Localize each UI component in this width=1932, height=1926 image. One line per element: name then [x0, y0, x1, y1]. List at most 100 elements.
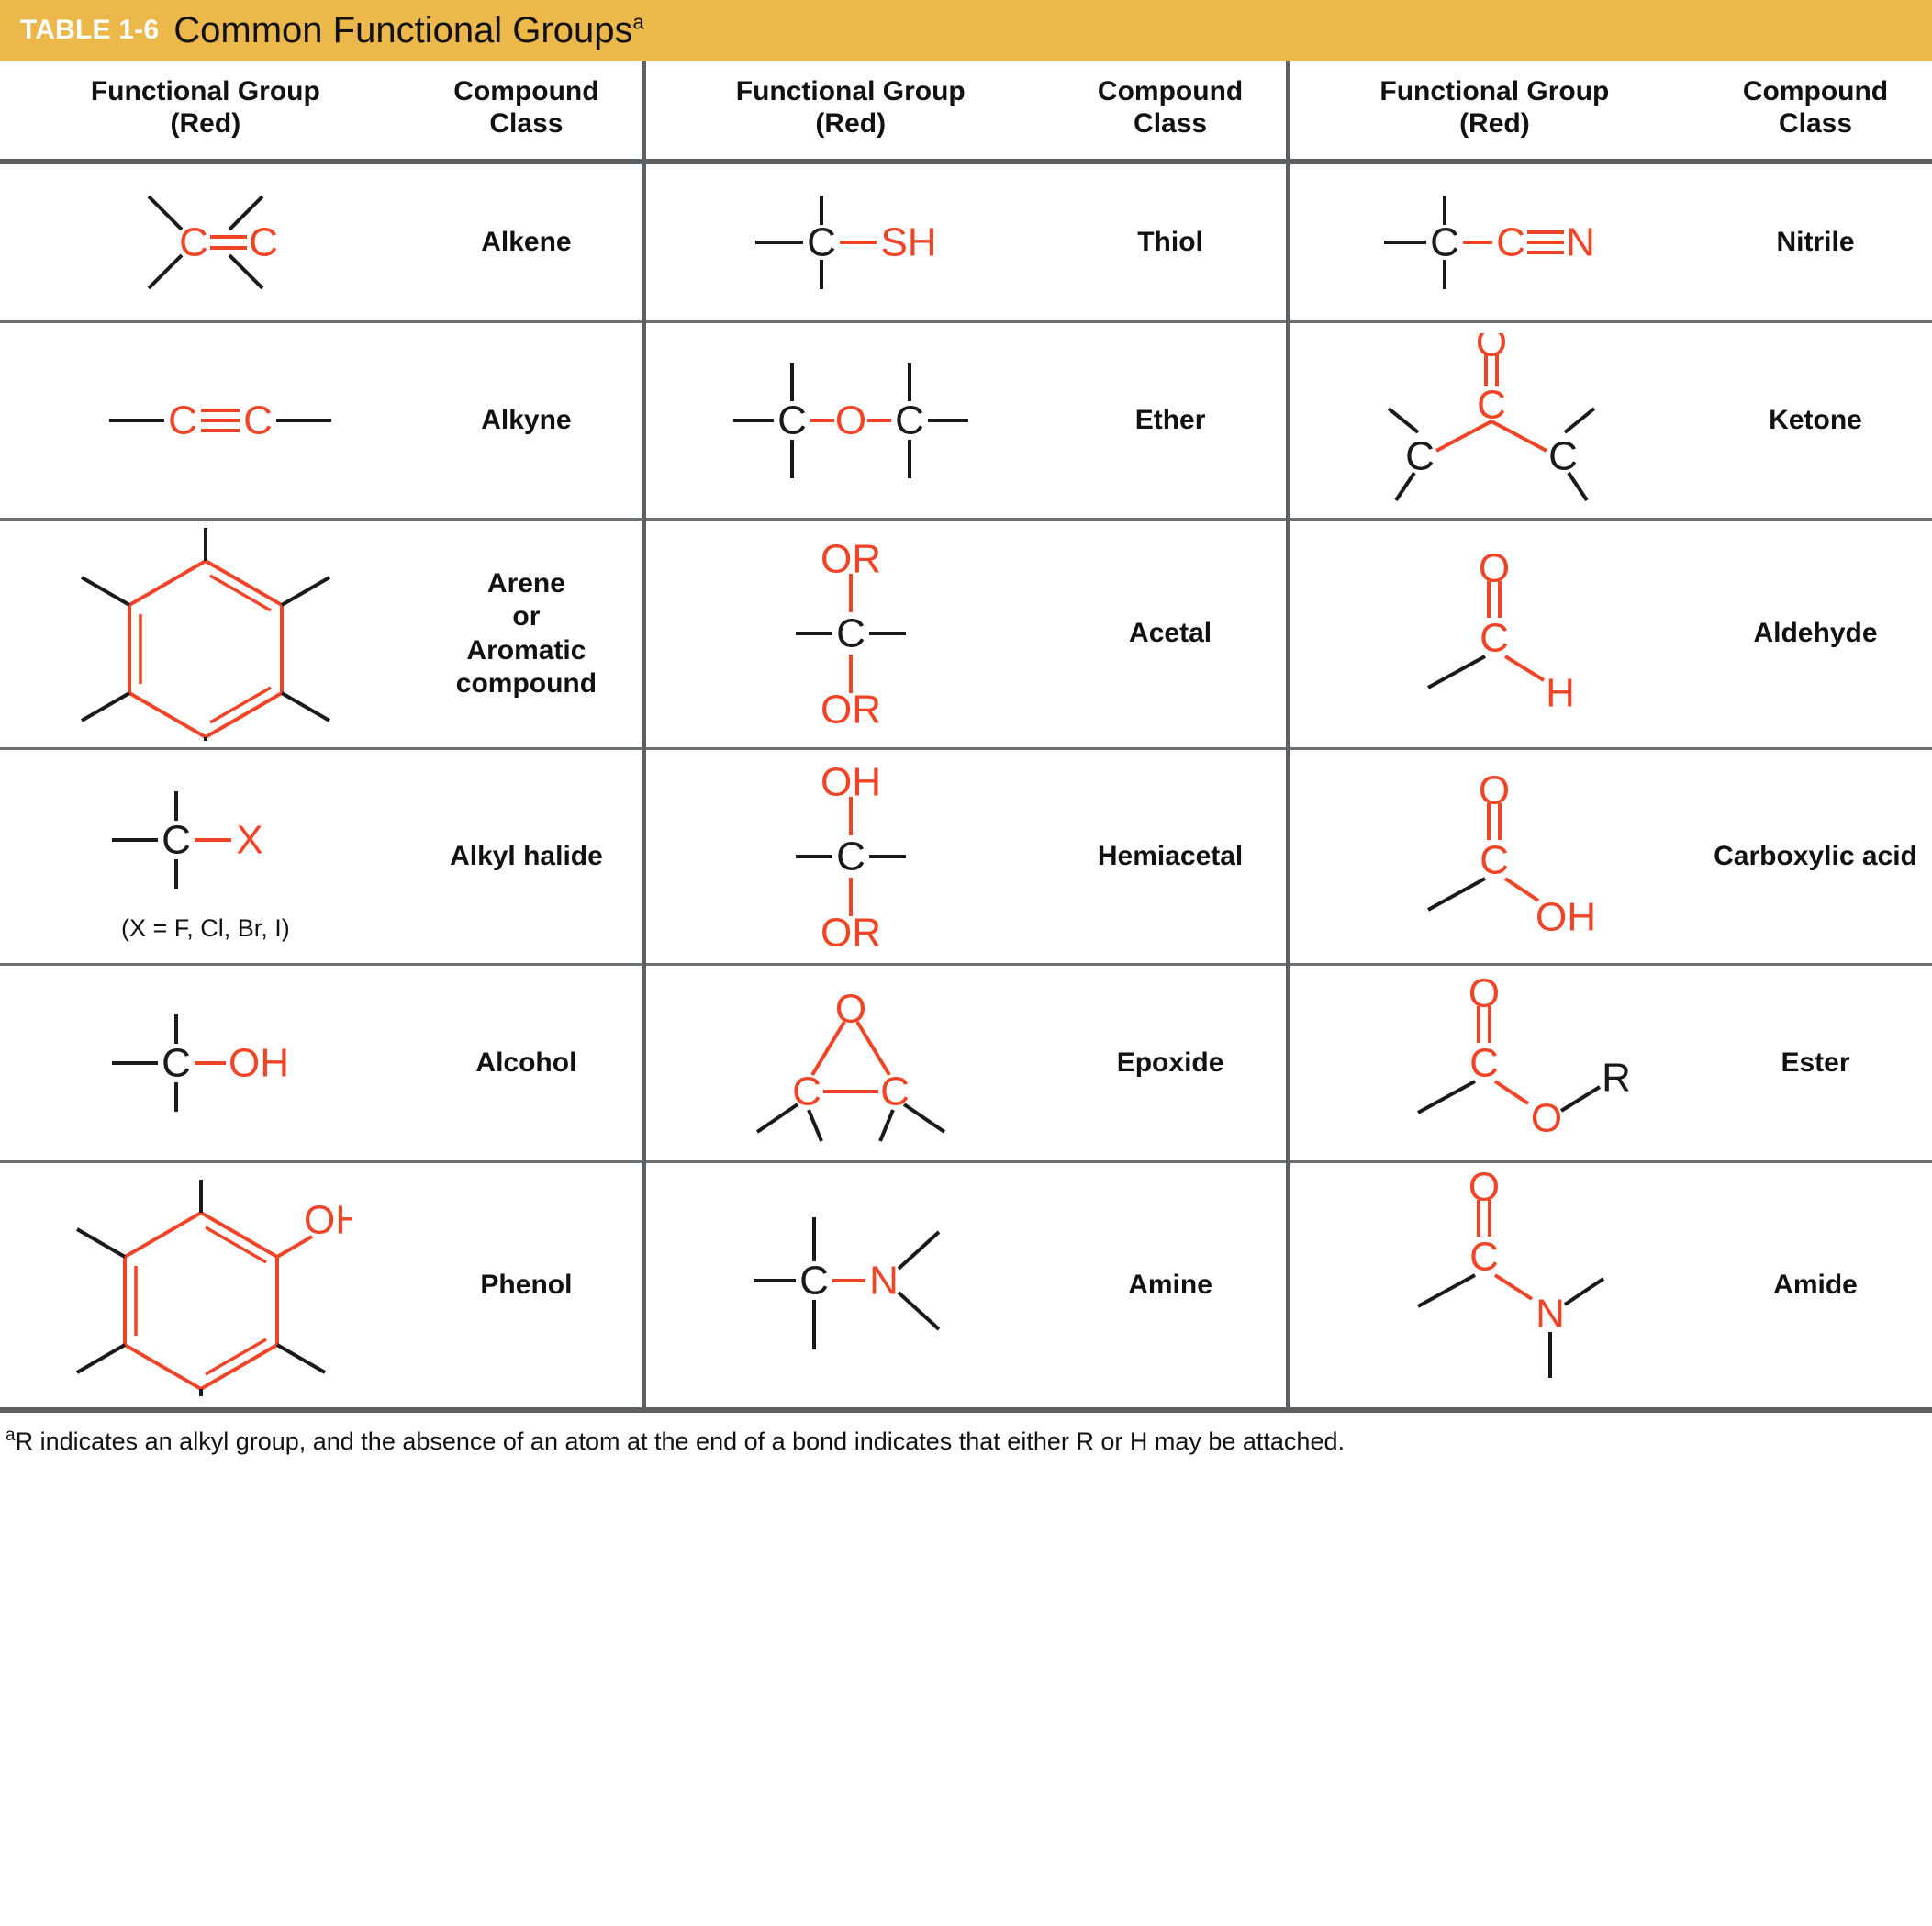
svg-text:C: C: [1480, 838, 1510, 883]
table-row: C OH Alcohol O C C Epoxide O C O R Ester: [0, 964, 1932, 1164]
aldehyde-structure-svg: O C H: [1427, 545, 1576, 715]
table-row: C C Alkyne C O C Ether O C C C Ketone: [0, 321, 1932, 521]
table-title-bar: TABLE 1-6 Common Functional Groupsa: [0, 0, 1932, 61]
svg-text:OH: OH: [304, 1198, 352, 1243]
class-carboxylic-acid: Carboxylic acid: [1699, 748, 1932, 967]
svg-text:O: O: [1469, 1170, 1500, 1210]
svg-text:C: C: [1470, 1235, 1500, 1280]
svg-text:C: C: [895, 398, 924, 443]
svg-text:C: C: [243, 398, 273, 443]
structure-arene: [0, 519, 411, 751]
functional-groups-table: Functional Group (Red) Compound Class Fu…: [0, 61, 1932, 1413]
alcohol-structure-svg: C OH: [111, 1014, 289, 1113]
hemiacetal-structure-svg: OH C OR: [795, 759, 906, 955]
thiol-structure-svg: C SH: [754, 196, 936, 290]
svg-text:H: H: [1547, 670, 1576, 715]
table-page: TABLE 1-6 Common Functional Groupsa Func…: [0, 0, 1932, 1926]
svg-text:C: C: [880, 1069, 910, 1114]
arene-structure-svg: [80, 528, 330, 742]
structure-carboxylic-acid: O C OH: [1285, 748, 1699, 967]
class-amide: Amide: [1699, 1161, 1932, 1413]
header-compound-class-2: Compound Class: [1055, 61, 1289, 164]
class-phenol: Phenol: [410, 1161, 644, 1413]
class-hemiacetal: Hemiacetal: [1055, 748, 1289, 967]
svg-text:O: O: [1476, 333, 1507, 365]
structure-ketone: O C C C: [1285, 321, 1699, 521]
structure-alkene: C C: [0, 161, 411, 324]
class-acetal: Acetal: [1055, 519, 1289, 751]
structure-amine: C N: [642, 1161, 1055, 1413]
svg-text:OH: OH: [1536, 895, 1596, 940]
svg-text:OR: OR: [821, 537, 881, 582]
svg-text:OH: OH: [229, 1041, 289, 1086]
structure-phenol: OH: [0, 1161, 411, 1413]
alkyl-halide-note: (X = F, Cl, Br, I): [120, 913, 290, 942]
svg-text:OH: OH: [821, 759, 881, 804]
svg-text:OR: OR: [821, 910, 881, 955]
class-arene: Arene or Aromatic compound: [410, 519, 644, 751]
class-alkyl-halide: Alkyl halide: [410, 748, 644, 967]
amide-structure-svg: O C N: [1417, 1170, 1605, 1379]
epoxide-structure-svg: O C C: [755, 987, 945, 1143]
amine-structure-svg: C N: [753, 1217, 941, 1350]
acetal-structure-svg: OR C OR: [795, 537, 906, 733]
svg-text:C: C: [1497, 220, 1526, 265]
svg-text:C: C: [168, 398, 197, 443]
structure-alkyne: C C: [0, 321, 411, 521]
structure-aldehyde: O C H: [1285, 519, 1699, 751]
svg-text:C: C: [836, 834, 865, 879]
header-functional-group-3: Functional Group (Red): [1285, 61, 1699, 164]
table-body: C C Alkene C SH Thiol C C N Nitrile C C …: [0, 161, 1932, 1413]
svg-text:SH: SH: [880, 220, 936, 265]
svg-text:C: C: [162, 817, 191, 862]
class-thiol: Thiol: [1055, 161, 1289, 324]
svg-text:C: C: [836, 611, 865, 656]
table-row: C X (X = F, Cl, Br, I) Alkyl halide OH C…: [0, 748, 1932, 967]
svg-text:OR: OR: [821, 688, 881, 733]
svg-text:C: C: [792, 1069, 821, 1114]
svg-text:N: N: [1536, 1292, 1566, 1337]
table-header: Functional Group (Red) Compound Class Fu…: [0, 61, 1932, 164]
class-alcohol: Alcohol: [410, 964, 644, 1164]
alkyne-structure-svg: C C: [108, 398, 331, 443]
header-row: Functional Group (Red) Compound Class Fu…: [0, 61, 1932, 164]
structure-hemiacetal: OH C OR: [642, 748, 1055, 967]
svg-text:O: O: [1469, 971, 1500, 1016]
svg-text:C: C: [1549, 434, 1579, 479]
structure-epoxide: O C C: [642, 964, 1055, 1164]
phenol-structure-svg: OH: [75, 1180, 352, 1397]
svg-text:C: C: [799, 1259, 829, 1304]
svg-text:N: N: [869, 1259, 899, 1304]
class-alkene: Alkene: [410, 161, 644, 324]
svg-text:C: C: [249, 220, 278, 265]
header-functional-group-1: Functional Group (Red): [0, 61, 411, 164]
structure-alkyl-halide: C X (X = F, Cl, Br, I): [0, 748, 411, 967]
svg-text:C: C: [1470, 1041, 1500, 1086]
svg-text:O: O: [835, 987, 866, 1032]
table-row: Arene or Aromatic compound OR C OR Aceta…: [0, 519, 1932, 751]
svg-text:C: C: [807, 220, 836, 265]
svg-text:X: X: [236, 817, 262, 862]
class-ester: Ester: [1699, 964, 1932, 1164]
structure-nitrile: C C N: [1285, 161, 1699, 324]
svg-text:O: O: [1531, 1096, 1562, 1141]
table-row: C C Alkene C SH Thiol C C N Nitrile: [0, 161, 1932, 324]
svg-text:C: C: [1480, 615, 1510, 660]
class-nitrile: Nitrile: [1699, 161, 1932, 324]
header-compound-class-3: Compound Class: [1699, 61, 1932, 164]
table-number-label: TABLE 1-6: [20, 15, 160, 45]
svg-text:O: O: [1479, 768, 1510, 813]
header-compound-class-1: Compound Class: [410, 61, 644, 164]
alkene-structure-svg: C C: [147, 195, 278, 290]
class-ketone: Ketone: [1699, 321, 1932, 521]
ketone-structure-svg: O C C C: [1388, 333, 1596, 502]
table-footnote: aR indicates an alkyl group, and the abs…: [0, 1413, 1932, 1456]
svg-text:C: C: [1478, 383, 1507, 428]
table-title-text: Common Functional Groups: [173, 10, 633, 50]
svg-text:C: C: [1406, 434, 1435, 479]
svg-text:N: N: [1567, 220, 1596, 265]
header-functional-group-2: Functional Group (Red): [642, 61, 1055, 164]
svg-text:C: C: [162, 1041, 191, 1086]
class-alkyne: Alkyne: [410, 321, 644, 521]
nitrile-structure-svg: C C N: [1384, 196, 1596, 290]
